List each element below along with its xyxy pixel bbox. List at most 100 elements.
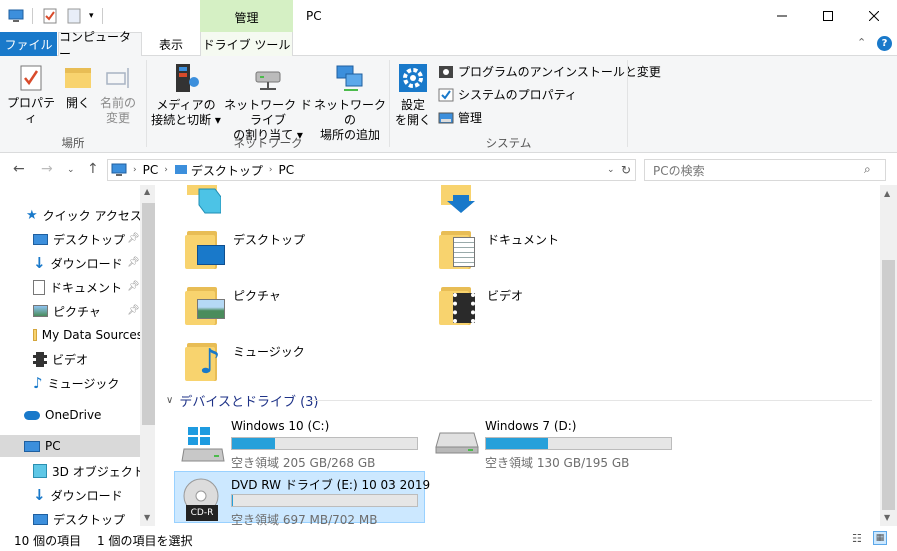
drive-c[interactable]: Windows 10 (C:) 空き領域 205 GB/268 GB	[175, 415, 425, 470]
computer-icon[interactable]	[8, 9, 24, 23]
large-icons-view-icon[interactable]: ▦	[873, 531, 887, 545]
nav-quick-access[interactable]: ★ クイック アクセス	[26, 204, 155, 226]
tab-file[interactable]: ファイル	[0, 32, 57, 56]
refresh-icon[interactable]: ↻	[621, 163, 631, 177]
devices-section-header[interactable]: ∨ デバイスとドライブ (3)	[166, 391, 319, 410]
manage-label: 管理	[458, 111, 483, 125]
folder-downloads-partial[interactable]	[441, 185, 481, 218]
properties-check-icon[interactable]	[43, 8, 57, 24]
breadcrumb-desktop[interactable]: デスクトップ	[191, 162, 263, 179]
folder-videos[interactable]: ビデオ	[439, 281, 523, 327]
folder-3d-objects-partial[interactable]	[187, 185, 222, 218]
group-separator	[389, 60, 390, 147]
scroll-down-icon[interactable]: ▼	[144, 513, 150, 522]
nav-label: 3D オブジェクト	[52, 464, 145, 479]
system-properties-label: システムのプロパティ	[458, 88, 577, 102]
nav-item-videos[interactable]: ビデオ	[33, 348, 155, 370]
pin-icon[interactable]: 📌︎	[127, 257, 140, 268]
nav-scroll-thumb[interactable]	[142, 203, 155, 425]
cube-icon	[187, 185, 222, 214]
uninstall-label: プログラムのアンインストールと変更	[458, 65, 661, 79]
back-arrow-icon[interactable]: ←	[13, 161, 25, 177]
nav-label: ミュージック	[47, 376, 120, 391]
nav-label: デスクトップ	[53, 512, 126, 527]
map-network-drive-button[interactable]: ネットワーク ドライブ の割り当て ▾	[222, 62, 314, 143]
tab-computer[interactable]: コンピューター	[58, 30, 142, 61]
drive-usage-bar	[485, 437, 672, 450]
nav-item-3d-objects[interactable]: 3D オブジェクト	[33, 460, 155, 482]
drive-e-dvd[interactable]: CD-R DVD RW ドライブ (E:) 10 03 2019 空き領域 69…	[174, 471, 430, 526]
system-properties-button[interactable]: システムのプロパティ	[438, 86, 577, 103]
status-bar: 10 個の項目 1 個の項目を選択 ☷ ▦	[0, 528, 897, 551]
film-icon	[33, 351, 47, 367]
tab-drive-tools[interactable]: ドライブ ツール	[200, 32, 293, 56]
folder-label: ビデオ	[487, 289, 524, 303]
scroll-down-icon[interactable]: ▼	[884, 513, 890, 522]
customize-qat-icon[interactable]: ▾	[89, 11, 94, 21]
cd-r-badge: CD-R	[186, 505, 218, 521]
rename-button[interactable]: 名前の 変更	[98, 64, 138, 126]
open-settings-button[interactable]: 設定 を開く	[394, 62, 432, 128]
nav-scrollbar[interactable]: ▲ ▼	[140, 185, 155, 526]
system-properties-icon	[438, 88, 454, 101]
breadcrumb-separator-icon: ›	[268, 165, 273, 175]
maximize-button[interactable]	[805, 0, 851, 32]
ribbon: プロパティ 開く 名前の 変更 場所 メディアの 接続と切断 ▾ ネットワーク …	[0, 56, 897, 153]
close-button[interactable]	[851, 0, 897, 32]
new-folder-icon[interactable]	[67, 8, 81, 24]
pin-icon[interactable]: 📌︎	[127, 305, 140, 316]
desktop-folder-icon	[185, 225, 227, 271]
context-tab-manage: 管理	[200, 0, 293, 32]
up-arrow-icon[interactable]: ↑	[87, 161, 99, 177]
drive-d[interactable]: Windows 7 (D:) 空き領域 130 GB/195 GB	[429, 415, 679, 470]
breadcrumb-separator-icon: ›	[133, 165, 137, 175]
download-folder-icon	[441, 185, 475, 213]
documents-folder-icon	[439, 225, 481, 271]
folder-pictures[interactable]: ピクチャ	[185, 281, 281, 327]
folder-documents[interactable]: ドキュメント	[439, 225, 559, 271]
recent-locations-icon[interactable]: ⌄	[67, 165, 75, 175]
star-icon: ★	[26, 207, 38, 223]
forward-arrow-icon[interactable]: →	[41, 161, 53, 177]
folder-desktop[interactable]: デスクトップ	[185, 225, 305, 271]
scroll-up-icon[interactable]: ▲	[884, 189, 890, 198]
folder-icon	[33, 329, 37, 341]
minimize-button[interactable]	[759, 0, 805, 32]
tab-view[interactable]: 表示	[146, 32, 196, 56]
nav-item-my-data-sources[interactable]: My Data Sources	[33, 324, 143, 346]
collapse-ribbon-icon[interactable]: ⌃	[857, 36, 866, 49]
close-icon	[869, 11, 879, 21]
search-icon[interactable]: ⌕	[864, 162, 871, 177]
pin-icon[interactable]: 📌︎	[127, 233, 140, 244]
help-icon[interactable]: ?	[877, 36, 892, 51]
manage-button[interactable]: 管理	[438, 109, 482, 126]
drive-usage-bar	[231, 437, 418, 450]
nav-item-pc-desktop[interactable]: デスクトップ	[33, 508, 155, 526]
open-button[interactable]: 開く	[60, 64, 96, 111]
details-view-icon[interactable]: ☷	[852, 532, 862, 545]
nav-item-music[interactable]: ♪ ミュージック	[33, 372, 155, 394]
breadcrumb-pc[interactable]: PC	[143, 163, 159, 177]
media-connect-button[interactable]: メディアの 接続と切断 ▾	[150, 62, 222, 128]
properties-button[interactable]: プロパティ	[6, 64, 56, 126]
address-dropdown-icon[interactable]: ⌄	[607, 165, 615, 175]
open-label: 開く	[65, 96, 90, 110]
chevron-down-icon[interactable]: ∨	[166, 395, 173, 406]
folder-label: ドキュメント	[487, 233, 560, 247]
search-input[interactable]: PCの検索 ⌕	[644, 159, 886, 181]
breadcrumb-pc-current[interactable]: PC	[278, 163, 294, 177]
content-scrollbar[interactable]: ▲ ▼	[880, 185, 897, 526]
content-scroll-thumb[interactable]	[882, 260, 895, 510]
scroll-up-icon[interactable]: ▲	[144, 187, 150, 196]
nav-pc[interactable]: PC	[0, 435, 140, 457]
drive-free-space: 空き領域 205 GB/268 GB	[231, 456, 376, 470]
download-arrow-icon: ↓	[33, 254, 46, 272]
status-item-count: 10 個の項目	[14, 534, 82, 548]
nav-item-pc-downloads[interactable]: ↓ ダウンロード	[33, 484, 155, 506]
add-network-location-button[interactable]: ネットワークの 場所の追加	[314, 62, 386, 143]
pin-icon[interactable]: 📌︎	[127, 281, 140, 292]
address-box[interactable]: › PC › デスクトップ › PC ⌄ ↻	[107, 159, 636, 181]
folder-music[interactable]: ♪ ミュージック	[185, 337, 305, 383]
nav-onedrive[interactable]: OneDrive	[24, 404, 155, 426]
maximize-icon	[823, 11, 833, 21]
